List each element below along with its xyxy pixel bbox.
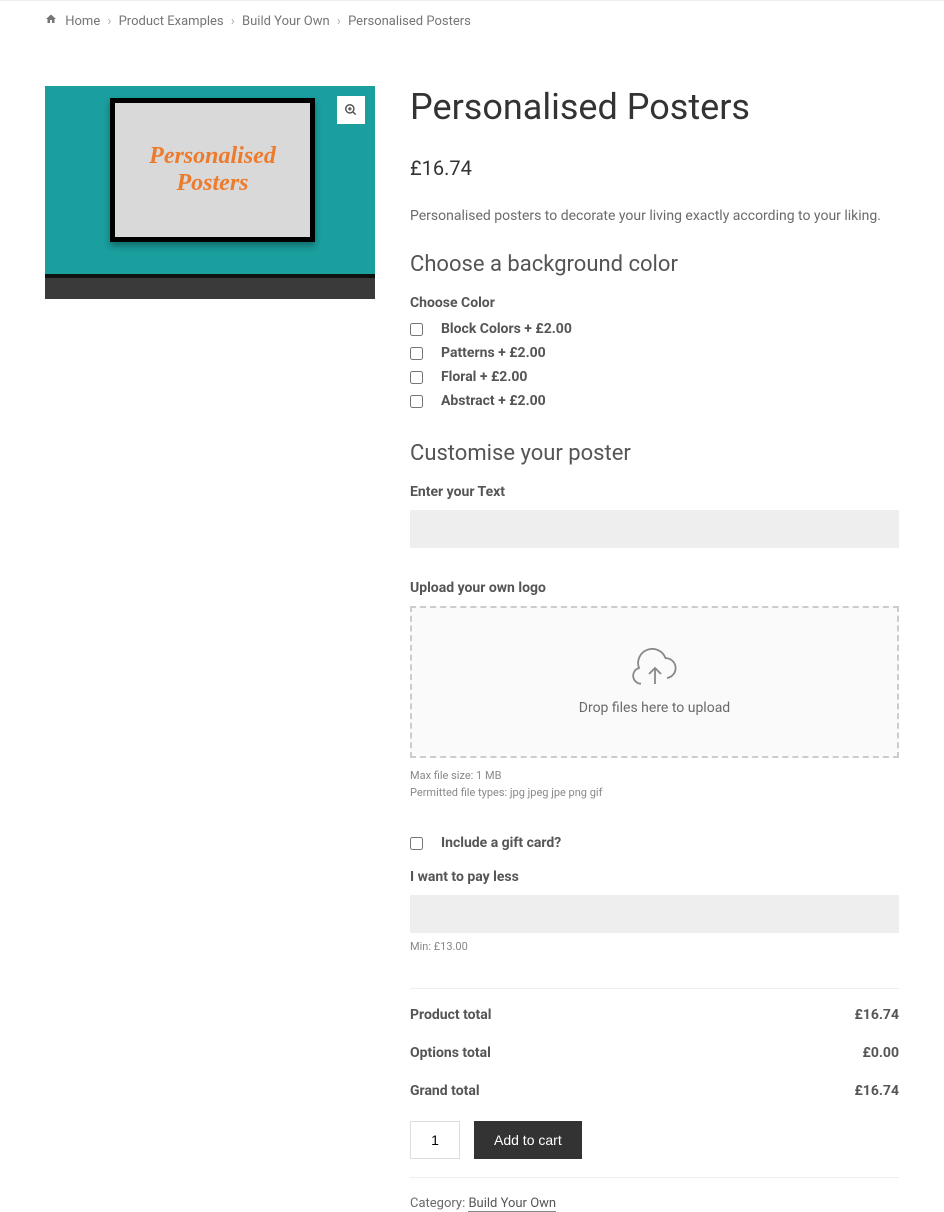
chevron-right-icon: › [231,14,235,29]
breadcrumb-current: Personalised Posters [348,14,471,29]
color-option-label: Floral + £2.00 [441,369,527,385]
divider [410,1177,899,1178]
quantity-input[interactable] [410,1121,460,1159]
color-option-block-colors[interactable] [410,323,423,336]
color-option-abstract[interactable] [410,395,423,408]
cloud-upload-icon [631,648,679,690]
product-description: Personalised posters to decorate your li… [410,208,899,224]
color-option-floral[interactable] [410,371,423,384]
color-option-label: Abstract + £2.00 [441,393,546,409]
chevron-right-icon: › [107,14,111,29]
gift-card-label: Include a gift card? [441,835,561,851]
product-price: £16.74 [410,156,899,180]
pay-less-input[interactable] [410,895,899,933]
category-meta: Category: Build Your Own [410,1196,899,1211]
breadcrumb: Home › Product Examples › Build Your Own… [0,1,944,41]
customise-heading: Customise your poster [410,441,899,466]
file-dropzone[interactable]: Drop files here to upload [410,606,899,758]
divider [410,988,899,989]
pay-less-hint: Min: £13.00 [410,939,899,956]
upload-logo-label: Upload your own logo [410,580,899,596]
product-image[interactable]: Personalised Posters [45,86,375,299]
pay-less-label: I want to pay less [410,869,899,885]
color-option-label: Block Colors + £2.00 [441,321,572,337]
color-option-label: Patterns + £2.00 [441,345,546,361]
custom-text-input[interactable] [410,510,899,548]
choose-color-label: Choose Color [410,295,899,311]
grand-total-row: Grand total £16.74 [410,1083,899,1099]
enter-text-label: Enter your Text [410,484,899,500]
bg-color-heading: Choose a background color [410,252,899,277]
breadcrumb-home[interactable]: Home [65,14,100,29]
breadcrumb-build-your-own[interactable]: Build Your Own [242,14,330,29]
add-to-cart-button[interactable]: Add to cart [474,1121,582,1159]
breadcrumb-product-examples[interactable]: Product Examples [119,14,224,29]
zoom-icon[interactable] [337,96,365,124]
color-option-patterns[interactable] [410,347,423,360]
max-file-hint: Max file size: 1 MB [410,768,899,785]
product-total-row: Product total £16.74 [410,1007,899,1023]
dropzone-text: Drop files here to upload [579,700,730,716]
home-icon [45,14,60,29]
gift-card-checkbox[interactable] [410,837,423,850]
page-title: Personalised Posters [410,86,899,128]
options-total-row: Options total £0.00 [410,1045,899,1061]
file-types-hint: Permitted file types: jpg jpeg jpe png g… [410,785,899,802]
category-link[interactable]: Build Your Own [468,1196,556,1212]
chevron-right-icon: › [337,14,341,29]
poster-preview-text: Personalised Posters [115,143,310,197]
